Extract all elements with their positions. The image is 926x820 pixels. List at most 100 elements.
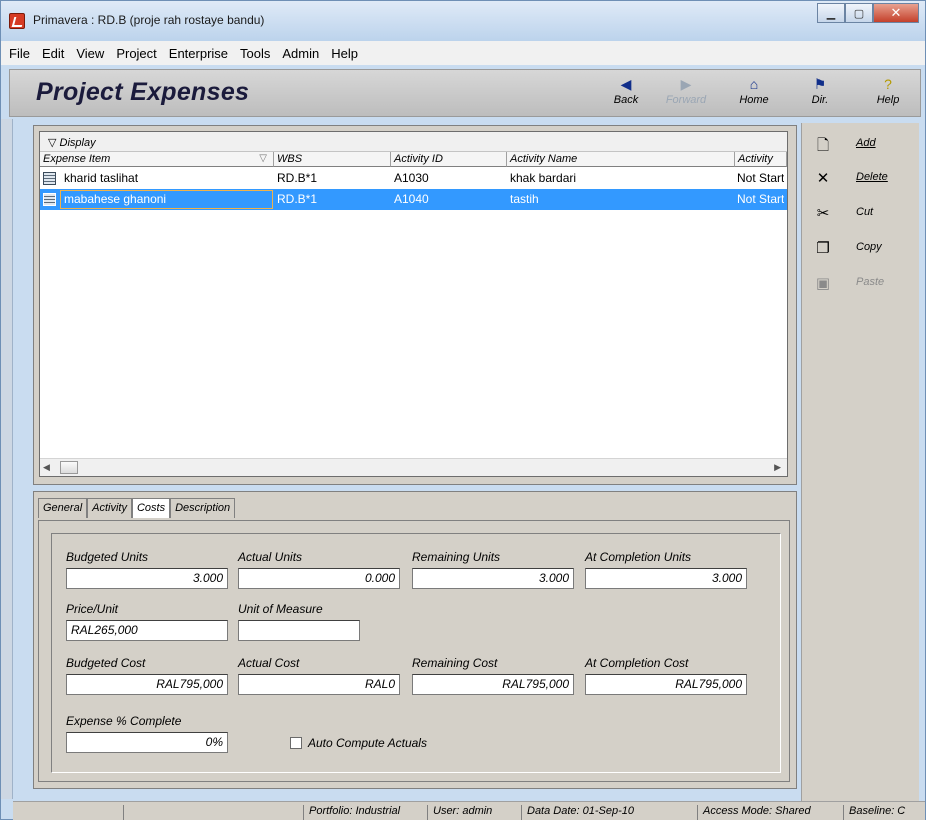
auto-compute-checkbox[interactable] <box>290 737 302 749</box>
delete-x-icon: ✕ <box>816 170 830 187</box>
status-data-date: Data Date: 01-Sep-10 <box>521 805 693 820</box>
window-controls: ▁ ▢ ✕ <box>817 3 919 23</box>
title-bar: Primavera : RD.B (proje rah rostaye band… <box>1 1 925 41</box>
menu-bar: File Edit View Project Enterprise Tools … <box>1 41 925 65</box>
actual-units-field[interactable]: 0.000 <box>238 568 400 589</box>
forward-button[interactable]: ▶ Forward <box>660 74 712 106</box>
menu-admin[interactable]: Admin <box>276 46 325 61</box>
cell-wbs: RD.B*1 <box>277 192 318 206</box>
paste-label: Paste <box>856 276 885 288</box>
dir-button[interactable]: ⚑ Dir. <box>794 74 846 106</box>
scroll-left-icon[interactable]: ◀ <box>43 462 50 473</box>
window-title: Primavera : RD.B (proje rah rostaye band… <box>33 13 265 27</box>
tab-costs[interactable]: Costs <box>131 498 171 518</box>
price-unit-label: Price/Unit <box>66 602 119 616</box>
cell-expense-item: mabahese ghanoni <box>64 192 167 206</box>
forward-arrow-icon: ▶ <box>680 76 692 92</box>
budgeted-cost-field[interactable]: RAL795,000 <box>66 674 228 695</box>
status-user: User: admin <box>427 805 519 820</box>
display-options-bar[interactable]: ▽ Display <box>40 132 787 152</box>
home-label: Home <box>739 94 769 106</box>
back-arrow-icon: ◀ <box>620 76 632 92</box>
remaining-cost-field[interactable]: RAL795,000 <box>412 674 574 695</box>
menu-file[interactable]: File <box>3 46 36 61</box>
cell-activity-name: tastih <box>510 192 539 206</box>
menu-view[interactable]: View <box>70 46 110 61</box>
menu-help[interactable]: Help <box>325 46 364 61</box>
delete-label: Delete <box>856 171 888 183</box>
back-button[interactable]: ◀ Back <box>600 74 652 106</box>
table-row-selected[interactable]: mabahese ghanoni RD.B*1 A1040 tastih Not… <box>40 189 787 210</box>
expense-item-icon <box>43 193 56 206</box>
application-window: Primavera : RD.B (proje rah rostaye band… <box>0 0 926 820</box>
price-unit-field[interactable]: RAL265,000 <box>66 620 228 641</box>
add-label: Add <box>856 137 876 149</box>
tab-description[interactable]: Description <box>170 498 236 518</box>
command-sidebar: 🗋 Add ✕ Delete ✂ Cut ❐ Copy ▣ Paste <box>801 123 919 803</box>
tab-activity[interactable]: Activity <box>87 498 132 518</box>
remaining-units-field[interactable]: 3.000 <box>412 568 574 589</box>
col-expense-item[interactable]: Expense Item ▽ <box>40 152 274 167</box>
at-completion-units-field[interactable]: 3.000 <box>585 568 747 589</box>
cut-label: Cut <box>856 206 874 218</box>
page-title: Project Expenses <box>36 78 250 106</box>
home-button[interactable]: ⌂ Home <box>728 74 780 106</box>
expense-percent-field[interactable]: 0% <box>66 732 228 753</box>
status-baseline: Baseline: C <box>843 805 923 820</box>
close-button[interactable]: ✕ <box>873 3 919 23</box>
budgeted-units-field[interactable]: 3.000 <box>66 568 228 589</box>
minimize-button[interactable]: ▁ <box>817 3 845 23</box>
actual-cost-field[interactable]: RAL0 <box>238 674 400 695</box>
add-button[interactable]: 🗋 Add <box>804 127 918 160</box>
copy-label: Copy <box>856 241 882 253</box>
copy-button[interactable]: ❐ Copy <box>804 231 918 264</box>
col-activity-id[interactable]: Activity ID <box>391 152 507 167</box>
home-icon: ⌂ <box>749 76 759 92</box>
col-activity-name[interactable]: Activity Name <box>507 152 735 167</box>
tab-general[interactable]: General <box>38 498 88 518</box>
expense-percent-label: Expense % Complete <box>66 714 182 728</box>
expense-details-panel: General Activity Costs Description Budge… <box>33 491 797 789</box>
at-completion-cost-label: At Completion Cost <box>585 656 689 670</box>
primavera-app-icon <box>9 13 25 29</box>
expense-item-icon <box>43 172 56 185</box>
col-wbs[interactable]: WBS <box>274 152 391 167</box>
actual-cost-label: Actual Cost <box>238 656 300 670</box>
costs-tab-body: Budgeted Units Actual Units Remaining Un… <box>38 520 790 782</box>
maximize-button[interactable]: ▢ <box>845 3 873 23</box>
remaining-units-label: Remaining Units <box>412 550 501 564</box>
menu-tools[interactable]: Tools <box>234 46 276 61</box>
help-button[interactable]: ? Help <box>862 74 914 106</box>
cell-activity-id: A1030 <box>394 171 429 185</box>
scissors-icon: ✂ <box>816 205 830 222</box>
scroll-right-icon[interactable]: ▶ <box>774 462 781 473</box>
costs-fields-group: Budgeted Units Actual Units Remaining Un… <box>51 533 781 773</box>
dir-label: Dir. <box>811 94 829 106</box>
display-menu[interactable]: ▽ Display <box>48 136 96 149</box>
left-directory-strip <box>1 119 13 799</box>
menu-project[interactable]: Project <box>110 46 162 61</box>
cell-activity-status: Not Started <box>737 192 784 206</box>
cell-wbs: RD.B*1 <box>277 171 318 185</box>
col-activity-status[interactable]: Activity <box>735 152 787 167</box>
signpost-icon: ⚑ <box>813 76 827 92</box>
at-completion-units-label: At Completion Units <box>585 550 692 564</box>
expenses-table: ▽ Display Expense Item ▽ WBS Activity ID … <box>39 131 788 477</box>
detail-tabs: General Activity Costs Description <box>38 498 236 518</box>
menu-edit[interactable]: Edit <box>36 46 70 61</box>
paste-button[interactable]: ▣ Paste <box>804 266 918 299</box>
help-icon: ? <box>884 76 892 92</box>
delete-button[interactable]: ✕ Delete <box>804 161 918 194</box>
horizontal-scrollbar[interactable]: ◀ ▶ <box>40 458 787 476</box>
scroll-thumb[interactable] <box>60 461 78 474</box>
back-label: Back <box>613 94 639 106</box>
remaining-cost-label: Remaining Cost <box>412 656 498 670</box>
at-completion-cost-field[interactable]: RAL795,000 <box>585 674 747 695</box>
unit-of-measure-field[interactable] <box>238 620 360 641</box>
cut-button[interactable]: ✂ Cut <box>804 196 918 229</box>
status-access-mode: Access Mode: Shared <box>697 805 839 820</box>
unit-of-measure-label: Unit of Measure <box>238 602 323 616</box>
menu-enterprise[interactable]: Enterprise <box>163 46 234 61</box>
table-row[interactable]: kharid taslihat RD.B*1 A1030 khak bardar… <box>40 168 787 189</box>
copy-icon: ❐ <box>816 240 830 257</box>
